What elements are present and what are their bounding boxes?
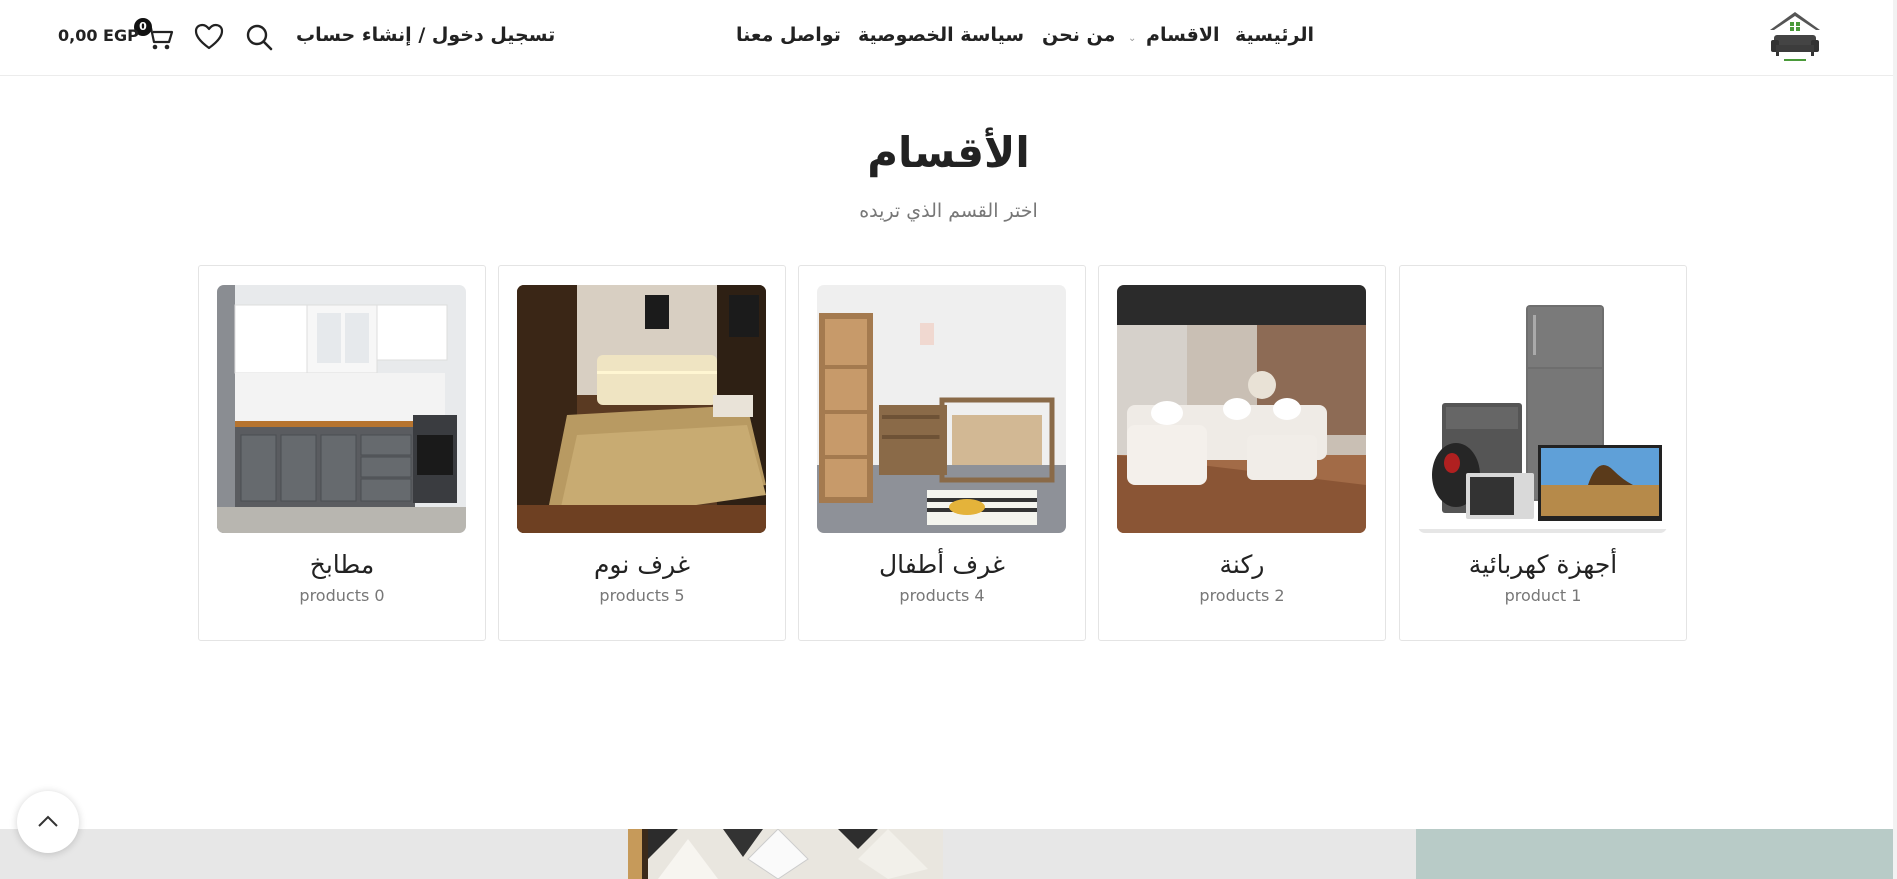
category-card-kids-rooms[interactable]: غرف أطفال products 4 [798, 265, 1086, 641]
category-name[interactable]: غرف نوم [499, 550, 785, 579]
scroll-to-top-button[interactable] [17, 791, 79, 853]
chevron-down-icon: ⌄ [1128, 33, 1137, 44]
category-card-bedrooms[interactable]: غرف نوم products 5 [498, 265, 786, 641]
category-card-corner-sofa[interactable]: ركنة products 2 [1098, 265, 1386, 641]
bottom-banner-right [1416, 829, 1897, 879]
category-card-appliances[interactable]: أجهزة كهربائية product 1 [1399, 265, 1687, 641]
nav-about[interactable]: من نحن [1042, 24, 1115, 50]
category-count: products 2 [1199, 586, 1285, 605]
nav-categories-label: الاقسام [1146, 24, 1220, 46]
logo-house-icon[interactable] [1766, 10, 1824, 66]
category-count: products 0 [299, 586, 385, 605]
category-image-appliances[interactable] [1418, 285, 1667, 533]
category-image-bedrooms[interactable] [517, 285, 766, 533]
heart-icon[interactable] [192, 20, 226, 54]
category-count: product 1 [1504, 586, 1582, 605]
category-count: products 5 [599, 586, 685, 605]
category-image-kids-rooms[interactable] [817, 285, 1066, 533]
nav-home[interactable]: الرئيسية [1235, 24, 1314, 50]
cart-total[interactable]: 0,00 EGP [58, 26, 139, 45]
category-name[interactable]: مطابخ [199, 550, 485, 579]
category-image-corner-sofa[interactable] [1117, 285, 1366, 533]
category-name[interactable]: ركنة [1099, 550, 1385, 579]
category-card-kitchens[interactable]: مطابخ products 0 [198, 265, 486, 641]
category-image-kitchens[interactable] [217, 285, 466, 533]
site-header: الرئيسية الاقسام ⌄ من نحن سياسة الخصوصية… [0, 0, 1897, 76]
login-register-link[interactable]: تسجيل دخول / إنشاء حساب [296, 24, 555, 46]
nav-privacy[interactable]: سياسة الخصوصية [858, 24, 1024, 50]
nav-categories[interactable]: الاقسام ⌄ [1128, 24, 1220, 50]
page-subtitle: اختر القسم الذي تريده [859, 200, 1038, 222]
chevron-up-icon [38, 815, 58, 827]
page-title: الأقسام [867, 128, 1030, 177]
nav-contact[interactable]: تواصل معنا [736, 24, 841, 50]
bottom-marble-image [628, 829, 943, 879]
page-scrollbar[interactable] [1893, 0, 1897, 879]
category-name[interactable]: أجهزة كهربائية [1400, 550, 1686, 579]
category-name[interactable]: غرف أطفال [799, 550, 1085, 579]
category-count: products 4 [899, 586, 985, 605]
search-icon[interactable] [242, 20, 276, 54]
